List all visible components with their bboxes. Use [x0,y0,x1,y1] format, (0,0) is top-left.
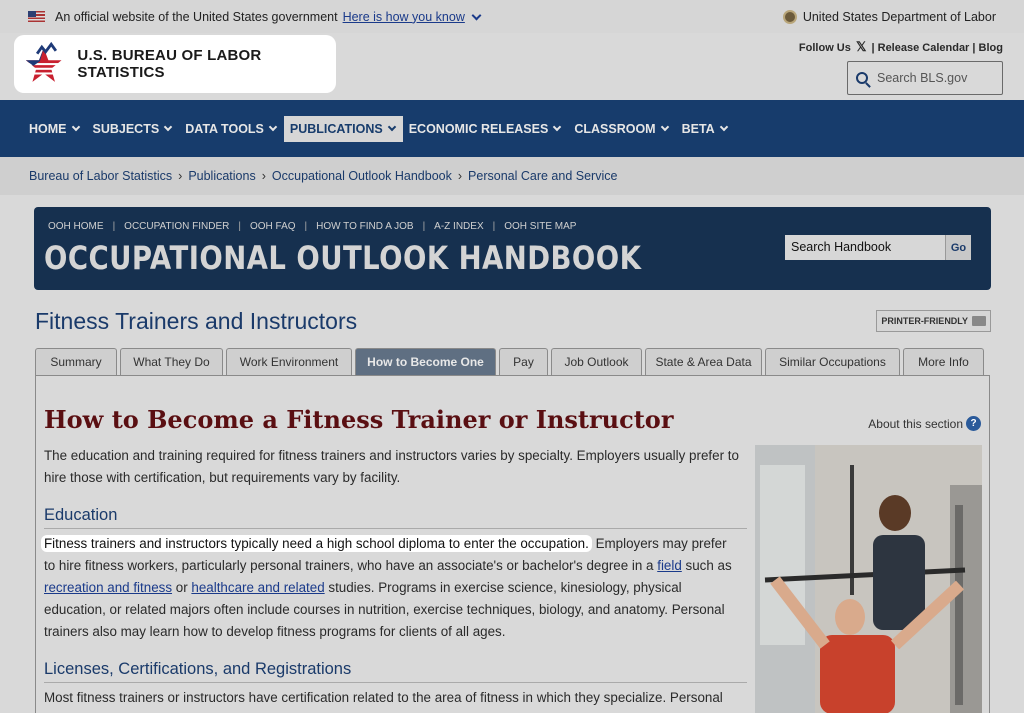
help-icon[interactable]: ? [966,416,981,431]
bls-logo[interactable]: U.S. BUREAU OF LABOR STATISTICS [14,35,336,93]
breadcrumb: Bureau of Labor Statistics › Publication… [0,157,1024,195]
nav-data-tools[interactable]: DATA TOOLS [179,116,284,142]
breadcrumb-bls[interactable]: Bureau of Labor Statistics [29,169,172,183]
breadcrumb-separator-icon: › [178,169,183,183]
printer-friendly-label: PRINTER-FRIENDLY [881,316,968,326]
chevron-down-icon[interactable] [471,10,482,20]
education-paragraph: Fitness trainers and instructors typical… [41,533,739,643]
field-link[interactable]: field [657,558,682,573]
bls-search-input[interactable]: Search BLS.gov [847,61,1003,95]
education-heading: Education [44,506,747,529]
trainer-photo [755,445,982,713]
about-label: About this section [868,416,963,431]
blog-link[interactable]: Blog [979,42,1003,54]
nav-label: HOME [29,121,67,136]
ooh-banner: OOH HOME | OCCUPATION FINDER | OOH FAQ | HO… [34,207,991,290]
az-index-link[interactable]: A-Z INDEX [434,221,483,232]
nav-label: DATA TOOLS [185,121,264,136]
tab-how-to-become-one[interactable]: How to Become One [355,348,496,375]
breadcrumb-separator-icon: › [457,169,463,183]
nav-publications[interactable]: PUBLICATIONS [283,115,403,142]
release-calendar-link[interactable]: Release Calendar [878,42,970,54]
nav-label: SUBJECTS [92,121,160,136]
ooh-links: OOH HOME | OCCUPATION FINDER | OOH FAQ | HO… [48,221,577,232]
breadcrumb-personal-care[interactable]: Personal Care and Service [468,169,617,183]
chevron-down-icon [719,122,728,132]
licenses-heading: Licenses, Certifications, and Registrati… [44,660,747,683]
ooh-home-link[interactable]: OOH HOME [48,221,104,232]
printer-friendly-button[interactable]: PRINTER-FRIENDLY [876,310,991,332]
chevron-down-icon [387,122,396,132]
main-content: How to Become a Fitness Trainer or Instr… [35,375,990,713]
edu-text-2: such as [681,558,732,573]
nav-home[interactable]: HOME [23,116,87,142]
chevron-down-icon [71,122,80,132]
nav-label: PUBLICATIONS [289,121,383,136]
go-button[interactable]: Go [945,235,971,260]
breadcrumb-publications[interactable]: Publications [188,169,255,183]
dol-link[interactable]: United States Department of Labor [782,9,996,24]
printer-icon [972,316,986,326]
follow-us-link[interactable]: Follow Us [799,42,851,54]
about-this-section[interactable]: About this section ? [868,416,981,431]
nav-economic-releases[interactable]: ECONOMIC RELEASES [403,116,569,142]
recreation-fitness-link[interactable]: recreation and fitness [44,580,172,595]
edu-text-3: or [172,580,192,595]
tab-what-they-do[interactable]: What They Do [120,348,223,375]
occupation-tabs: Summary What They Do Work Environment Ho… [35,348,984,375]
nav-beta[interactable]: BETA [676,116,735,142]
nav-label: CLASSROOM [574,121,656,136]
logo-text: U.S. BUREAU OF LABOR STATISTICS [77,47,262,81]
utility-links: Follow Us 𝕏 | Release Calendar | Blog [798,39,1003,54]
section-heading: How to Become a Fitness Trainer or Instr… [44,405,674,434]
nav-label: ECONOMIC RELEASES [408,121,549,136]
tab-work-environment[interactable]: Work Environment [226,348,352,375]
us-flag-icon [28,11,45,22]
nav-subjects[interactable]: SUBJECTS [87,116,180,142]
healthcare-link[interactable]: healthcare and related [191,580,324,595]
ooh-title[interactable]: OCCUPATIONAL OUTLOOK HANDBOOK [44,239,641,277]
nav-label: BETA [681,121,715,136]
ooh-faq-link[interactable]: OOH FAQ [250,221,296,232]
handbook-search-input[interactable]: Search Handbook [785,235,945,260]
occupation-finder-link[interactable]: OCCUPATION FINDER [124,221,229,232]
x-icon[interactable]: 𝕏 [856,39,866,54]
highlighted-sentence: Fitness trainers and instructors typical… [41,535,592,552]
ooh-site-map-link[interactable]: OOH SITE MAP [504,221,576,232]
main-nav: HOME SUBJECTS DATA TOOLS PUBLICATIONS EC… [0,100,1024,157]
bls-star-logo-icon [25,41,62,82]
chevron-down-icon [163,122,173,132]
dol-seal-icon [782,9,797,24]
tab-job-outlook[interactable]: Job Outlook [551,348,642,375]
tab-state-area-data[interactable]: State & Area Data [645,348,762,375]
official-site-text: An official website of the United States… [55,9,338,24]
search-icon[interactable] [856,72,868,84]
nav-classroom[interactable]: CLASSROOM [568,116,675,142]
licenses-paragraph: Most fitness trainers or instructors hav… [44,690,723,705]
tab-similar-occupations[interactable]: Similar Occupations [765,348,900,375]
tab-summary[interactable]: Summary [35,348,117,375]
intro-paragraph: The education and training required for … [44,448,739,485]
breadcrumb-separator-icon: › [261,169,266,183]
how-you-know-link[interactable]: Here is how you know [343,10,465,24]
tab-pay[interactable]: Pay [499,348,548,375]
chevron-down-icon [268,122,278,132]
chevron-down-icon [660,122,669,132]
handbook-search: Search Handbook Go [785,235,971,260]
department-label: United States Department of Labor [802,9,996,24]
how-to-find-job-link[interactable]: HOW TO FIND A JOB [316,221,413,232]
gov-banner: An official website of the United States… [0,0,1024,33]
chevron-down-icon [553,122,562,132]
tab-more-info[interactable]: More Info [903,348,984,375]
page-title: Fitness Trainers and Instructors [35,308,358,334]
trainer-photo-image [755,445,982,713]
breadcrumb-ooh[interactable]: Occupational Outlook Handbook [272,169,452,183]
search-placeholder: Search BLS.gov [877,71,968,85]
